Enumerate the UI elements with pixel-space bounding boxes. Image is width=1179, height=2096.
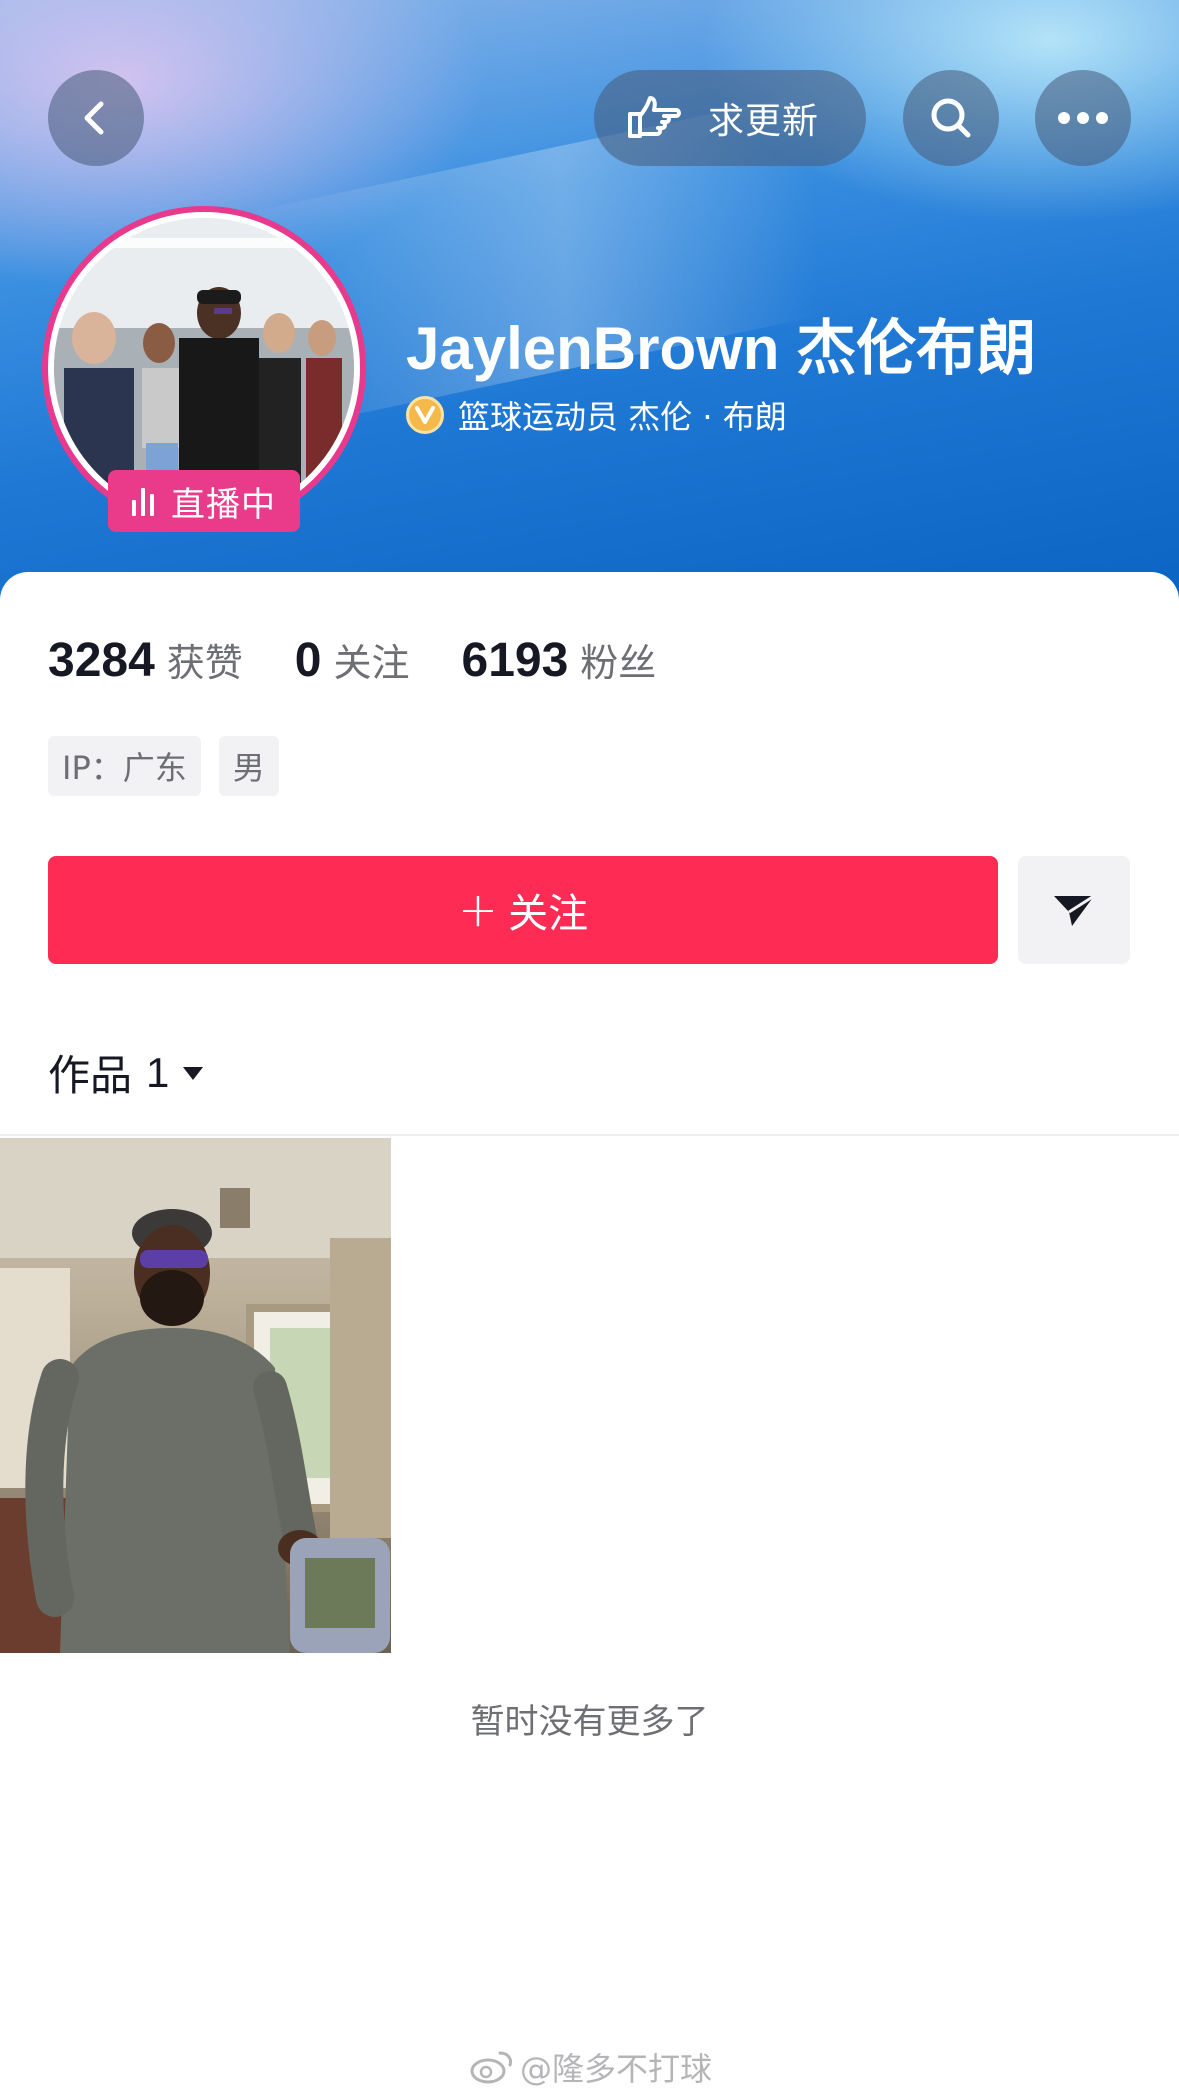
profile-content: 3284 获赞 0 关注 6193 粉丝 IP：广东 男 + 关注 作品 1 暂… xyxy=(0,572,1179,2096)
request-update-label: 求更新 xyxy=(708,101,820,142)
following-count: 0 xyxy=(294,634,322,687)
followers-stat[interactable]: 6193 粉丝 xyxy=(462,632,657,688)
search-icon xyxy=(931,98,971,138)
more-icon xyxy=(1058,112,1108,124)
video-thumbnail[interactable] xyxy=(0,1138,391,1653)
pointing-hand-icon xyxy=(628,96,681,138)
verified-icon xyxy=(406,396,444,434)
paper-plane-icon xyxy=(1054,894,1095,926)
followers-count: 6193 xyxy=(461,634,569,687)
back-button[interactable] xyxy=(48,70,144,166)
gender-tag: 男 xyxy=(218,736,279,796)
stats-row: 3284 获赞 0 关注 6193 粉丝 xyxy=(48,632,708,688)
tab-divider xyxy=(0,1134,1179,1136)
profile-page: 求更新 直播中 JaylenBrown 杰伦布朗 篮球运动员 杰伦 · 布朗 3… xyxy=(0,0,1179,2096)
ip-location-tag: IP：广东 xyxy=(48,736,201,796)
likes-stat[interactable]: 3284 获赞 xyxy=(48,632,243,688)
following-stat[interactable]: 0 关注 xyxy=(295,632,410,688)
works-label: 作品 xyxy=(48,1051,133,1100)
works-count: 1 xyxy=(146,1048,170,1096)
following-label: 关注 xyxy=(333,641,410,685)
watermark: @隆多不打球 xyxy=(470,2044,712,2090)
likes-label: 获赞 xyxy=(166,641,243,685)
likes-count: 3284 xyxy=(48,634,155,687)
followers-label: 粉丝 xyxy=(580,641,657,685)
profile-name: JaylenBrown 杰伦布朗 xyxy=(406,315,1037,382)
no-more-content-text: 暂时没有更多了 xyxy=(470,1702,709,1742)
profile-tags: IP：广东 男 xyxy=(48,736,297,796)
caret-down-icon xyxy=(183,1066,204,1080)
live-badge-label: 直播中 xyxy=(171,484,276,525)
verification-text: 篮球运动员 杰伦 · 布朗 xyxy=(458,398,787,436)
live-bars-icon xyxy=(132,486,159,516)
verification-row: 篮球运动员 杰伦 · 布朗 xyxy=(406,392,787,438)
follow-button[interactable]: + 关注 xyxy=(48,856,998,964)
more-button[interactable] xyxy=(1035,70,1131,166)
follow-label: 关注 xyxy=(508,891,589,937)
works-tab[interactable]: 作品 1 xyxy=(48,1042,205,1103)
watermark-text: @隆多不打球 xyxy=(520,2050,713,2088)
request-update-button[interactable]: 求更新 xyxy=(594,70,866,166)
back-icon xyxy=(84,101,104,135)
send-message-button[interactable] xyxy=(1018,856,1130,964)
plus-icon: + xyxy=(457,882,499,938)
live-badge[interactable]: 直播中 xyxy=(108,470,300,532)
search-button[interactable] xyxy=(903,70,999,166)
weibo-logo-icon xyxy=(470,2051,512,2084)
